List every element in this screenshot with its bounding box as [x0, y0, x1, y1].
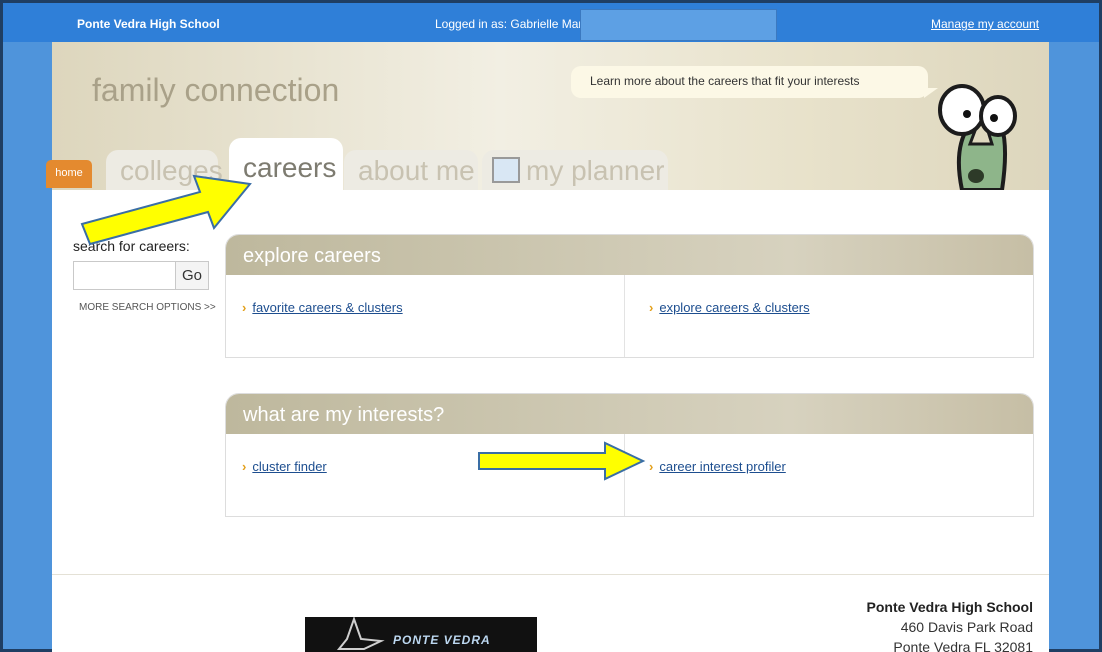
- star-logo-icon: [336, 617, 385, 650]
- panel-title: what are my interests?: [226, 394, 1033, 434]
- redaction-box: [580, 9, 777, 41]
- footer-school-name: Ponte Vedra High School: [866, 599, 1033, 615]
- tab-my-planner[interactable]: my planner: [482, 150, 668, 190]
- career-interest-profiler-link[interactable]: career interest profiler: [659, 459, 785, 474]
- logged-in-label: Logged in as: Gabrielle Mar: [435, 17, 583, 31]
- header-banner: family connection Learn more about the c…: [46, 42, 1049, 192]
- tab-my-planner-label: my planner: [526, 155, 665, 186]
- manage-account-link[interactable]: Manage my account: [931, 17, 1039, 31]
- panel-cell: › explore careers & clusters: [624, 275, 1029, 357]
- footer-address-line: Ponte Vedra FL 32081: [893, 639, 1033, 652]
- footer-address: Ponte Vedra High School 460 Davis Park R…: [867, 597, 1033, 652]
- panel-cell: › favorite careers & clusters: [226, 275, 631, 357]
- tab-about-me[interactable]: about me: [344, 150, 478, 190]
- explore-careers-link[interactable]: explore careers & clusters: [659, 300, 809, 315]
- cluster-finder-link[interactable]: cluster finder: [252, 459, 326, 474]
- go-button[interactable]: Go: [175, 261, 209, 290]
- chevron-right-icon: ›: [649, 459, 654, 474]
- mascot-icon: [938, 84, 1017, 190]
- annotation-arrow: [80, 174, 252, 246]
- speech-bubble: Learn more about the careers that fit yo…: [571, 66, 938, 98]
- logo-text: PONTE VEDRA: [393, 633, 491, 647]
- chevron-right-icon: ›: [649, 300, 654, 315]
- chevron-right-icon: ›: [242, 459, 247, 474]
- school-logo: PONTE VEDRA: [305, 617, 537, 652]
- top-bar: Ponte Vedra High School Logged in as: Ga…: [3, 3, 1099, 42]
- chevron-right-icon: ›: [242, 300, 247, 315]
- panel-cell: › career interest profiler: [624, 434, 1029, 516]
- main-page: family connection Learn more about the c…: [46, 42, 1049, 652]
- panel-title: explore careers: [226, 235, 1033, 275]
- annotation-arrow: [478, 441, 646, 481]
- more-search-options-link[interactable]: MORE SEARCH OPTIONS >>: [79, 302, 216, 313]
- footer-divider: [52, 574, 1049, 575]
- footer-address-line: 460 Davis Park Road: [900, 619, 1033, 635]
- favorite-careers-link[interactable]: favorite careers & clusters: [252, 300, 402, 315]
- explore-careers-panel: explore careers › favorite careers & clus…: [225, 234, 1034, 358]
- search-input[interactable]: [73, 261, 176, 290]
- school-name: Ponte Vedra High School: [77, 17, 220, 31]
- planner-icon: [492, 157, 520, 183]
- brand-title: family connection: [92, 72, 340, 108]
